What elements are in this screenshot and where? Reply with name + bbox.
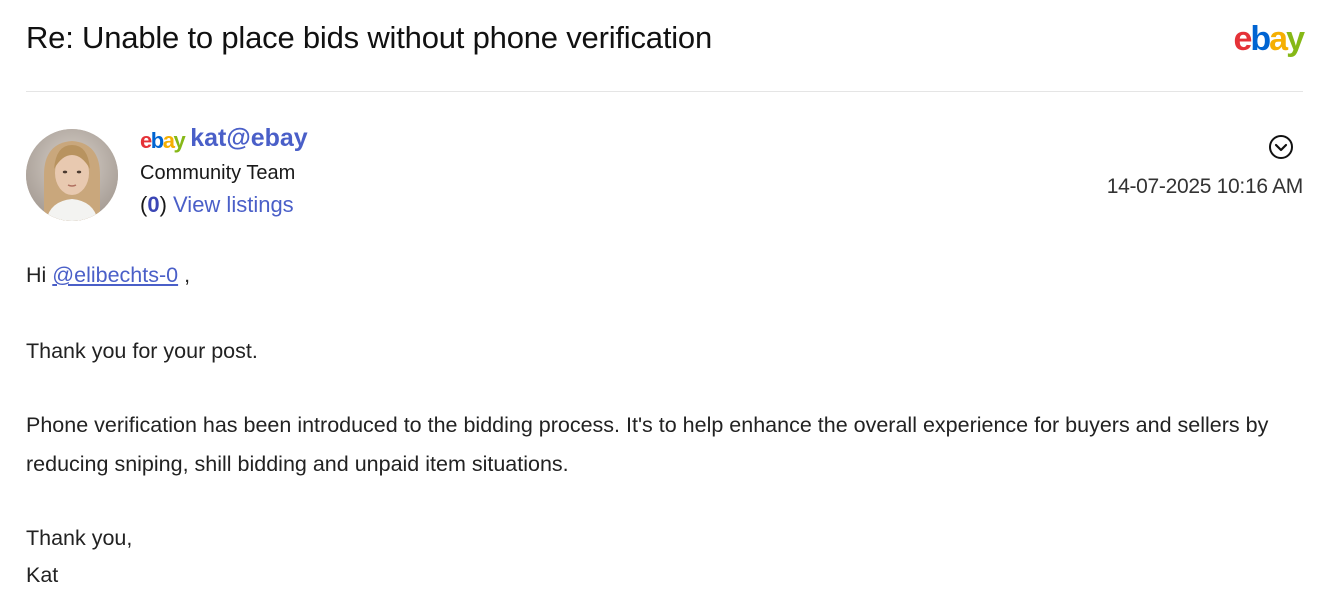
thanks-line: Thank you for your post. (26, 339, 258, 363)
signoff-line: Thank you, (26, 526, 133, 550)
listings-row: (0) View listings (140, 190, 308, 220)
greeting-line: Hi @elibechts-0 , (26, 256, 1306, 295)
author-role: Community Team (140, 162, 296, 184)
signoff-block: Thank you, Kat (26, 520, 1306, 594)
ebay-badge-icon: ebay (140, 128, 186, 154)
body-paragraph: Phone verification has been introduced t… (26, 413, 1269, 476)
user-mention-link[interactable]: @elibechts-0 (52, 263, 178, 287)
logo-letter-e: e (1233, 20, 1252, 58)
signature-line: Kat (26, 563, 59, 587)
header-divider (26, 91, 1303, 92)
post-options-button[interactable] (1268, 134, 1294, 160)
listings-count: 0 (147, 192, 160, 217)
logo-letter-y: y (1286, 20, 1305, 58)
view-listings-link[interactable]: View listings (173, 192, 294, 217)
logo-letter-a: a (1269, 20, 1288, 58)
greeting-suffix: , (178, 263, 191, 287)
logo-letter-b: b (1250, 20, 1271, 58)
badge-letter-y: y (173, 128, 185, 153)
greeting-prefix: Hi (26, 263, 53, 287)
avatar[interactable] (26, 129, 118, 221)
post-timestamp: 14-07-2025 10:16 AM (1106, 175, 1304, 198)
ebay-logo[interactable]: ebay (1233, 19, 1305, 59)
badge-letter-e: e (140, 128, 152, 153)
page-title: Re: Unable to place bids without phone v… (26, 20, 712, 55)
badge-letter-a: a (162, 128, 175, 153)
author-name-link[interactable]: kat@ebay (190, 124, 308, 153)
author-name-row: ebay kat@ebay (140, 124, 308, 156)
badge-letter-b: b (150, 128, 164, 153)
listings-close-paren: ) (159, 192, 167, 217)
avatar-photo (26, 129, 118, 221)
author-info: ebay kat@ebay Community Team (0) View li… (140, 124, 308, 220)
chevron-down-circle-icon (1269, 135, 1293, 159)
